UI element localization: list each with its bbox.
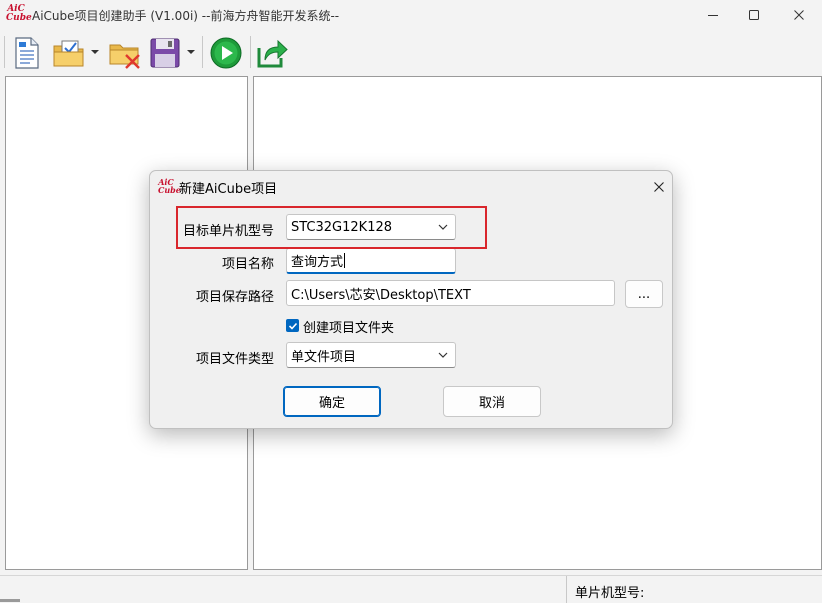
new-project-button[interactable]	[12, 36, 42, 70]
run-button[interactable]	[209, 36, 243, 70]
delete-folder-icon	[109, 44, 140, 69]
project-path-label: 项目保存路径	[195, 290, 274, 305]
run-icon	[210, 37, 242, 69]
ok-label: 确定	[318, 396, 345, 411]
project-path-value: C:\Users\芯安\Desktop\TEXT	[291, 287, 471, 303]
horizontal-scroll-thumb[interactable]	[0, 599, 20, 602]
dialog-logo: AiC Cube	[158, 178, 181, 196]
open-project-button[interactable]	[52, 36, 86, 70]
status-divider	[566, 576, 567, 603]
close-window-button[interactable]	[776, 0, 822, 30]
cancel-button[interactable]: 取消	[443, 386, 541, 417]
cancel-label: 取消	[478, 396, 505, 411]
save-dropdown-icon[interactable]	[187, 50, 195, 54]
delete-project-button[interactable]	[108, 36, 142, 70]
toolbar-separator	[202, 36, 203, 68]
title-bar: AiC Cube AiCube项目创建助手 (V1.00i) --前海方舟智能开…	[0, 0, 822, 30]
save-button[interactable]	[149, 36, 181, 70]
project-name-label: 项目名称	[221, 257, 274, 272]
export-icon	[257, 39, 288, 68]
ok-button[interactable]: 确定	[283, 386, 381, 417]
chevron-down-icon	[438, 352, 448, 358]
mcu-model-status: 单片机型号:	[575, 586, 645, 601]
project-name-value: 查询方式	[291, 255, 344, 270]
file-type-select[interactable]: 单文件项目	[286, 342, 456, 368]
app-logo: AiC Cube	[6, 5, 32, 25]
status-bar: 单片机型号:	[0, 575, 822, 603]
create-folder-label[interactable]: 创建项目文件夹	[303, 317, 394, 336]
open-project-dropdown-icon[interactable]	[91, 50, 99, 54]
toolbar	[0, 30, 822, 74]
minimize-icon	[708, 15, 718, 16]
annotation-highlight-box	[176, 206, 487, 249]
close-icon	[794, 10, 804, 20]
new-document-icon	[15, 37, 39, 69]
browse-path-button[interactable]: ...	[625, 280, 663, 308]
file-type-value: 单文件项目	[291, 349, 357, 365]
browse-label: ...	[637, 286, 651, 302]
toolbar-grip	[4, 36, 5, 68]
project-path-input[interactable]: C:\Users\芯安\Desktop\TEXT	[286, 280, 615, 306]
create-folder-checkbox[interactable]	[286, 319, 299, 332]
dialog-close-button[interactable]	[647, 176, 671, 198]
open-folder-icon	[53, 40, 84, 67]
minimize-button[interactable]	[690, 0, 736, 30]
checkmark-icon	[288, 322, 297, 330]
dialog-title: 新建AiCube项目	[179, 182, 278, 197]
window-title: AiCube项目创建助手 (V1.00i) --前海方舟智能开发系统--	[32, 9, 340, 23]
text-caret	[344, 253, 346, 268]
app-logo-bottom: Cube	[6, 13, 32, 23]
save-icon	[150, 38, 180, 68]
export-button[interactable]	[256, 36, 288, 70]
file-type-label: 项目文件类型	[195, 352, 274, 367]
close-icon	[654, 182, 664, 192]
project-name-input[interactable]: 查询方式	[286, 248, 456, 274]
dialog-logo-bottom: Cube	[158, 185, 181, 195]
maximize-button[interactable]	[731, 0, 777, 30]
maximize-icon	[749, 10, 759, 20]
toolbar-separator-2	[250, 36, 251, 68]
